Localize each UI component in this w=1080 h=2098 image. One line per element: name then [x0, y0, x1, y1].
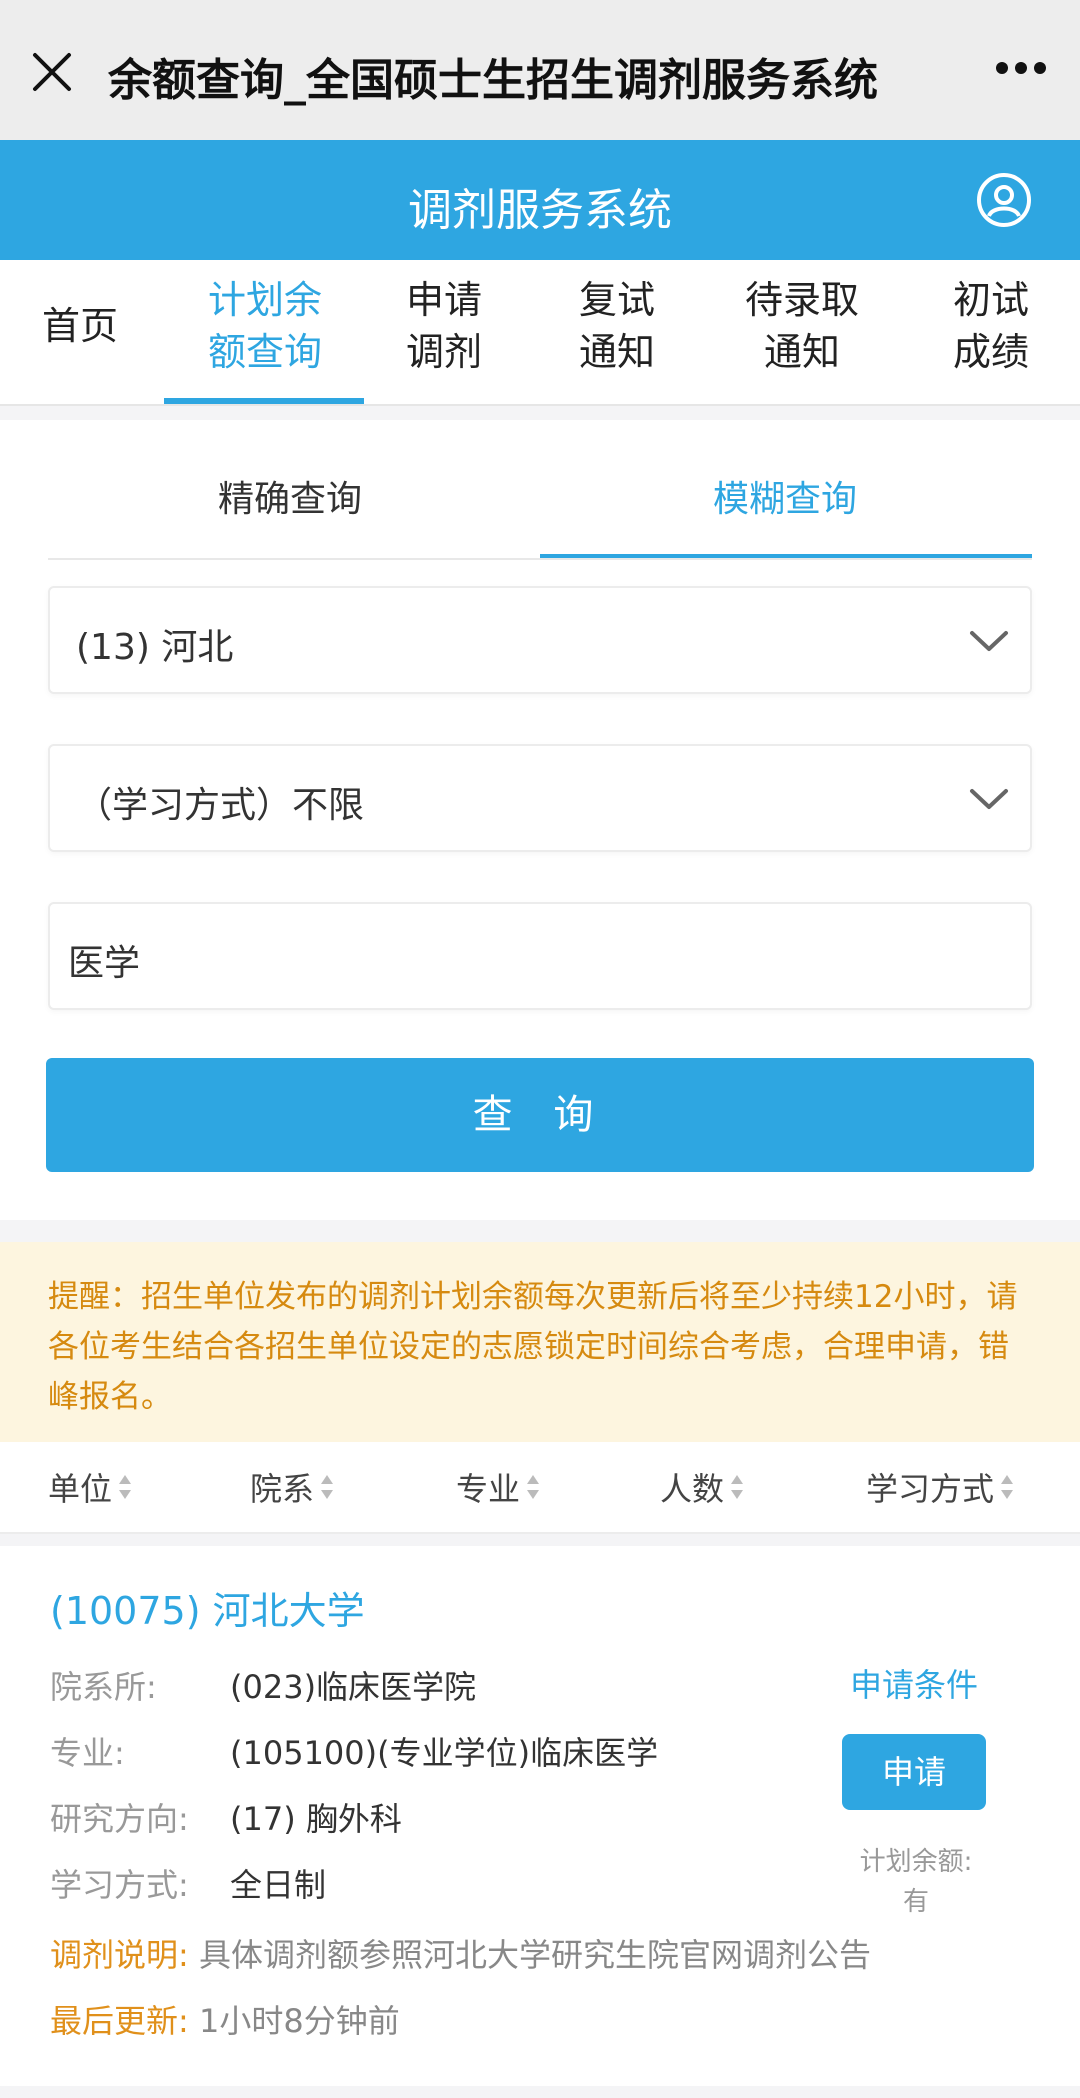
keyword-input[interactable]: 医学	[48, 902, 1032, 1010]
result-row-adjustment-note: 调剂说明: 具体调剂额参照河北大学研究生院官网调剂公告	[50, 1936, 871, 1974]
nav-admission-notice[interactable]: 待录取 通知	[732, 274, 872, 394]
main-nav: 首页 计划余 额查询 申请 调剂 复试 通知 待录取 通知 初试 成绩	[0, 260, 1080, 406]
result-row-research-direction: 研究方向: (17) 胸外科	[50, 1800, 402, 1838]
nav-quota-query[interactable]: 计划余 额查询	[190, 274, 340, 394]
query-tabs: 精确查询 模糊查询	[48, 440, 1032, 560]
nav-active-underline	[164, 398, 364, 404]
query-card: 精确查询 模糊查询 (13) 河北 （学习方式）不限 医学 查 询	[0, 420, 1080, 1220]
notice-banner: 提醒：招生单位发布的调剂计划余额每次更新后将至少持续12小时，请各位考生结合各招…	[0, 1242, 1080, 1442]
sort-icon	[730, 1474, 744, 1500]
study-mode-value: （学习方式）不限	[76, 785, 365, 826]
apply-button[interactable]: 申请	[842, 1734, 986, 1810]
window-title: 余额查询_全国硕士生招生调剂服务系统	[108, 55, 878, 106]
study-mode-select[interactable]: （学习方式）不限	[48, 744, 1032, 852]
close-icon[interactable]	[30, 50, 74, 94]
app-title: 调剂服务系统	[408, 185, 672, 236]
query-button[interactable]: 查 询	[46, 1058, 1034, 1172]
nav-exam-scores[interactable]: 初试 成绩	[946, 274, 1036, 394]
result-row-study-mode: 学习方式: 全日制	[50, 1866, 327, 1904]
chevron-down-icon	[966, 776, 1012, 822]
tab-fuzzy-query[interactable]: 模糊查询	[713, 470, 857, 522]
user-icon[interactable]	[976, 172, 1032, 228]
province-value: (13) 河北	[76, 627, 234, 668]
sort-icon	[320, 1474, 334, 1500]
column-count[interactable]: 人数	[660, 1464, 744, 1510]
result-row-last-updated: 最后更新: 1小时8分钟前	[50, 2002, 400, 2040]
tab-exact-query[interactable]: 精确查询	[218, 470, 362, 522]
nav-apply-adjustment[interactable]: 申请 调剂	[404, 274, 484, 394]
column-study-mode[interactable]: 学习方式	[866, 1464, 1014, 1510]
plan-quota-value: 有	[902, 1887, 929, 1917]
wechat-title-bar: 余额查询_全国硕士生招生调剂服务系统	[0, 0, 1080, 140]
result-row-department: 院系所: (023)临床医学院	[50, 1668, 477, 1706]
result-item: (10075) 河北大学 院系所: (023)临床医学院 专业: (105100)(…	[0, 1546, 1080, 2086]
column-major[interactable]: 专业	[456, 1464, 540, 1510]
more-icon[interactable]	[996, 62, 1046, 76]
query-tab-underline	[540, 554, 1032, 558]
apply-conditions-link[interactable]: 申请条件	[850, 1660, 978, 1706]
column-unit[interactable]: 单位	[48, 1464, 132, 1510]
province-select[interactable]: (13) 河北	[48, 586, 1032, 694]
app-header: 调剂服务系统	[0, 140, 1080, 260]
sort-icon	[118, 1474, 132, 1500]
sort-icon	[526, 1474, 540, 1500]
result-row-major: 专业: (105100)(专业学位)临床医学	[50, 1734, 659, 1772]
keyword-value: 医学	[68, 943, 141, 984]
column-department[interactable]: 院系	[250, 1464, 334, 1510]
sort-icon	[1000, 1474, 1014, 1500]
plan-quota: 计划余额: 有	[836, 1842, 996, 1922]
nav-retest-notice[interactable]: 复试 通知	[572, 274, 662, 394]
result-unit-name[interactable]: (10075) 河北大学	[50, 1580, 365, 1635]
nav-home[interactable]: 首页	[40, 300, 120, 420]
plan-quota-label: 计划余额:	[859, 1847, 973, 1877]
table-header: 单位 院系 专业 人数 学习方式	[0, 1442, 1080, 1534]
chevron-down-icon	[966, 618, 1012, 664]
